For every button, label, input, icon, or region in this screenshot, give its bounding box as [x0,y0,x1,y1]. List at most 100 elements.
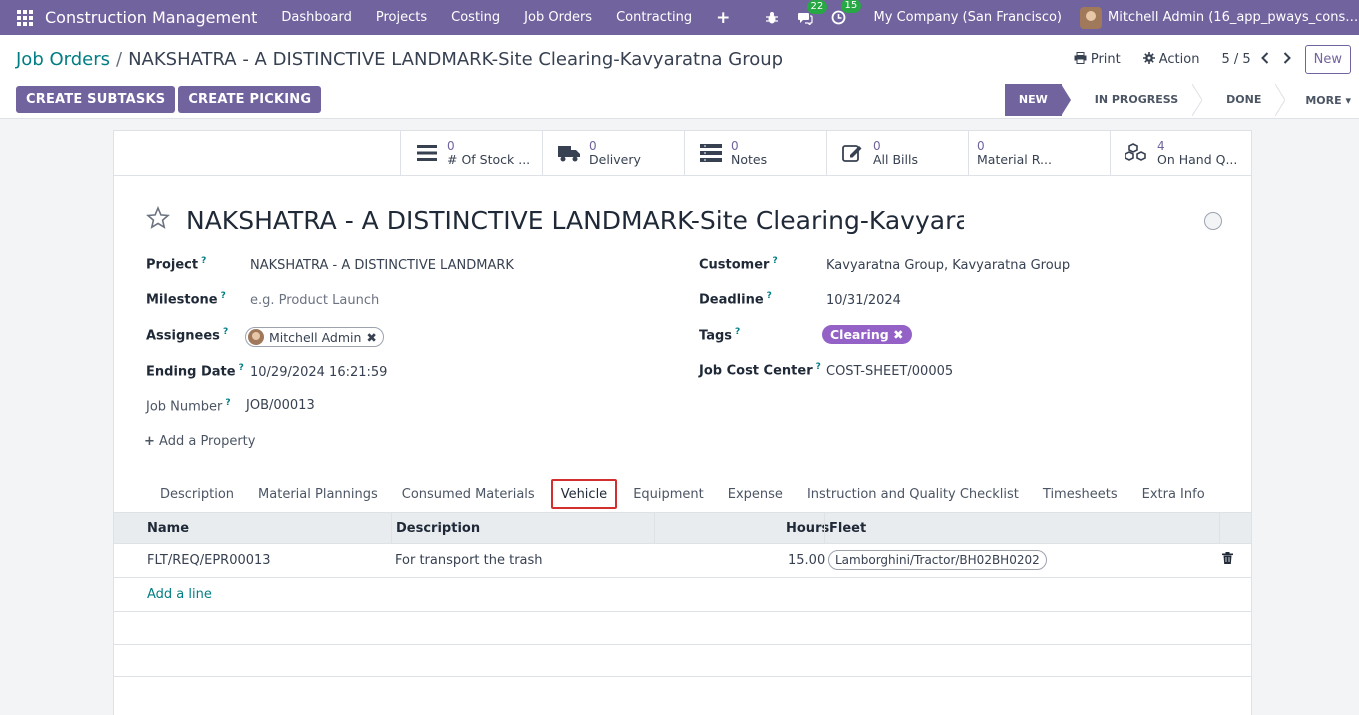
col-hours[interactable]: Hours [786,513,829,544]
chat-icon[interactable]: 22 [797,0,828,25]
app-brand[interactable]: Construction Management [45,8,257,27]
job-number-label: Job Number? [146,398,231,415]
print-button[interactable]: Print [1074,51,1121,68]
project-label: Project? [146,256,207,273]
menu-contracting[interactable]: Contracting [616,10,692,25]
col-name[interactable]: Name [147,513,189,544]
tab-material-plannings[interactable]: Material Plannings [246,479,390,511]
stat-material-requests-button[interactable]: 0 Material R... [968,131,1110,176]
menu-job-orders[interactable]: Job Orders [524,10,592,25]
tab-instruction-checklist[interactable]: Instruction and Quality Checklist [795,479,1031,511]
milestone-input[interactable]: e.g. Product Launch [250,293,379,308]
pager-value[interactable]: 5 / 5 [1221,52,1250,67]
table-empty-row [114,644,1251,677]
trash-icon[interactable] [1222,545,1233,577]
stage-new[interactable]: NEW [1004,84,1062,116]
deadline-value[interactable]: 10/31/2024 [826,293,901,308]
breadcrumb-separator: / [116,49,123,70]
cost-center-value[interactable]: COST-SHEET/00005 [826,364,953,379]
field-customer: Customer? [699,256,778,272]
table-empty-row [114,612,1251,645]
debug-bug-icon[interactable] [765,11,779,25]
cubes-icon [1125,142,1149,164]
tab-equipment[interactable]: Equipment [621,479,716,511]
kanban-state-icon[interactable] [1204,212,1222,230]
stage-done[interactable]: DONE [1202,84,1275,116]
menu-costing[interactable]: Costing [451,10,500,25]
stat-delivery-label: Delivery [589,153,641,167]
breadcrumb-job-orders[interactable]: Job Orders [16,49,110,70]
tags-label: Tags? [699,327,741,344]
row-hours[interactable]: 15.00 [788,545,825,577]
star-icon[interactable] [146,205,170,235]
stat-material-label: Material R... [977,153,1052,167]
gear-icon [1142,51,1155,68]
col-description[interactable]: Description [396,513,480,544]
record-title[interactable]: NAKSHATRA - A DISTINCTIVE LANDMARK-Site … [186,206,964,235]
field-deadline: Deadline? [699,291,772,307]
col-divider [1219,513,1220,544]
user-menu[interactable]: Mitchell Admin (16_app_pways_const... [1108,10,1359,25]
new-record-button[interactable]: New [1304,45,1351,74]
form-sheet: 0 # Of Stock ... 0 Delivery 0 Notes 0 All Bi… [113,130,1252,715]
assignee-tag[interactable]: Mitchell Admin ✖ [245,327,384,347]
stat-bills-count: 0 [873,139,881,153]
remove-tag-icon[interactable]: ✖ [366,330,376,345]
activity-clock-icon[interactable]: 15 [831,0,862,25]
notebook-tabs: Description Material Plannings Consumed … [148,479,1217,511]
fleet-tag[interactable]: Lamborghini/Tractor/BH02BH0202 [828,550,1047,570]
tab-extra-info[interactable]: Extra Info [1130,479,1217,511]
stat-bills-button[interactable]: 0 All Bills [826,131,968,176]
create-subtasks-button[interactable]: CREATE SUBTASKS [16,86,176,113]
stat-onhand-label: On Hand Q... [1157,153,1238,167]
add-line-link[interactable]: Add a line [147,579,212,611]
add-property-button[interactable]: + Add a Property [144,434,255,449]
pager-next-icon[interactable] [1283,51,1291,68]
col-fleet[interactable]: Fleet [829,513,866,544]
create-picking-button[interactable]: CREATE PICKING [178,86,322,113]
row-fleet[interactable]: Lamborghini/Tractor/BH02BH0202 [828,545,1047,577]
add-property-label: Add a Property [159,434,256,449]
top-navbar: Construction Management Dashboard Projec… [0,0,1359,35]
tab-timesheets[interactable]: Timesheets [1031,479,1130,511]
stat-delivery-button[interactable]: 0 Delivery [542,131,684,176]
milestone-label: Milestone? [146,291,226,308]
stat-on-hand-button[interactable]: 4 On Hand Q... [1110,131,1252,176]
customer-value[interactable]: Kavyaratna Group, Kavyaratna Group [826,258,1070,273]
field-project: Project? [146,256,206,272]
stat-stock-button[interactable]: 0 # Of Stock ... [400,131,542,176]
col-divider [654,513,655,544]
action-button[interactable]: Action [1142,51,1199,68]
stat-notes-button[interactable]: 0 Notes [684,131,826,176]
status-bar: NEW IN PROGRESS DONE MORE ▾ [1004,84,1351,116]
field-tags: Tags? [699,327,740,343]
apps-grid-icon[interactable] [17,9,33,26]
tags-value[interactable]: Clearing ✖ [822,325,912,344]
assignees-value[interactable]: Mitchell Admin ✖ [245,327,384,349]
stage-in-progress[interactable]: IN PROGRESS [1071,84,1192,116]
table-add-row: Add a line [114,579,1251,612]
project-value[interactable]: NAKSHATRA - A DISTINCTIVE LANDMARK [250,258,514,273]
row-description[interactable]: For transport the trash [395,545,543,577]
tag-clearing[interactable]: Clearing ✖ [822,325,912,344]
ending-date-value[interactable]: 10/29/2024 16:21:59 [250,365,387,380]
tab-description[interactable]: Description [148,479,246,511]
tab-consumed-materials[interactable]: Consumed Materials [390,479,547,511]
menu-dashboard[interactable]: Dashboard [281,10,352,25]
field-job-number: Job Number? [146,398,231,414]
remove-tag-icon[interactable]: ✖ [893,327,903,342]
menu-projects[interactable]: Projects [376,10,427,25]
tab-expense[interactable]: Expense [716,479,795,511]
tab-vehicle[interactable]: Vehicle [550,479,618,509]
stage-more-dropdown[interactable]: MORE ▾ [1285,94,1351,107]
company-switcher[interactable]: My Company (San Francisco) [874,10,1062,25]
stat-material-count: 0 [977,139,985,153]
menu-plus-icon[interactable]: + [716,8,730,28]
title-row: NAKSHATRA - A DISTINCTIVE LANDMARK-Site … [146,205,1222,235]
activity-count-badge: 15 [840,0,862,13]
user-avatar[interactable] [1080,6,1102,29]
pager-prev-icon[interactable] [1260,51,1269,68]
stat-stock-count: 0 [447,139,455,153]
table-row[interactable]: FLT/REQ/EPR00013 For transport the trash… [114,545,1251,578]
row-name[interactable]: FLT/REQ/EPR00013 [147,545,271,577]
